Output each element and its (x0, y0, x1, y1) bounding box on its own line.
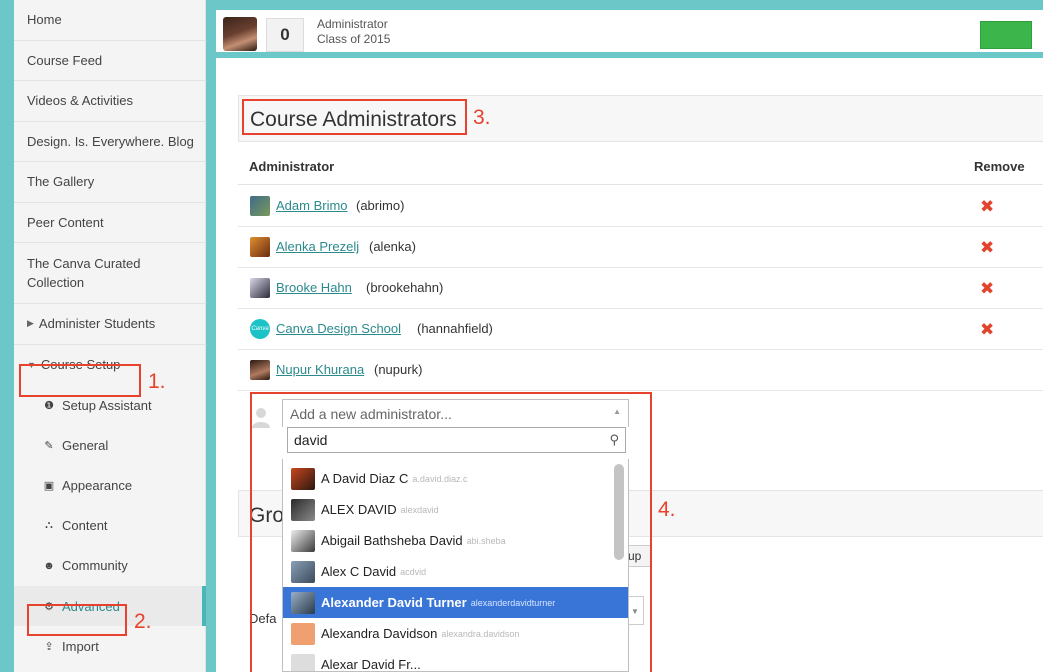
sidebar: Home Course Feed Videos & Activities Des… (14, 0, 206, 672)
user-role: Administrator Class of 2015 (317, 17, 390, 47)
sidebar-item-course-feed[interactable]: Course Feed (14, 41, 205, 81)
annotation-label-2: 2. (134, 610, 152, 633)
avatar (250, 196, 270, 216)
action-button[interactable] (980, 21, 1032, 49)
sidebar-item-label: Administer Students (38, 316, 156, 332)
sidebar-item-label: Course Feed (27, 52, 103, 68)
caret-right-icon: ▶ (27, 318, 34, 329)
canva-logo-icon: Canva (250, 319, 270, 339)
admin-handle: (nupurk) (374, 362, 423, 377)
sidebar-item-label: Community (62, 558, 128, 574)
left-accent-stripe (0, 0, 14, 672)
upload-icon: ⇪ (44, 640, 54, 653)
table-row: Alenka Prezelj (alenka) ✖ (238, 227, 1043, 268)
points-counter: 0 (266, 18, 304, 52)
admin-name-link[interactable]: Adam Brimo (276, 198, 348, 213)
avatar (250, 360, 270, 380)
annotation-box-2 (27, 604, 127, 636)
sidebar-item-blog[interactable]: Design. Is. Everywhere. Blog (14, 122, 205, 162)
role-label: Administrator (317, 17, 388, 31)
admin-name-link[interactable]: Nupur Khurana (276, 362, 364, 377)
admin-name-link[interactable]: Canva Design School (276, 321, 401, 336)
remove-icon[interactable]: ✖ (980, 279, 994, 299)
admin-handle: (hannahfield) (417, 321, 493, 336)
column-header-administrator: Administrator (249, 159, 335, 174)
info-circle-icon: ❶ (44, 399, 54, 412)
sidebar-item-general[interactable]: ✎ General (14, 425, 205, 465)
table-row: Canva Canva Design School (hannahfield) … (238, 309, 1043, 350)
admin-handle: (brookehahn) (366, 280, 444, 295)
top-header: 0 Administrator Class of 2015 (216, 0, 1043, 58)
sidebar-item-community[interactable]: ☻ Community (14, 546, 205, 586)
sidebar-item-label: General (62, 437, 109, 453)
admin-name-link[interactable]: Brooke Hahn (276, 280, 352, 295)
sidebar-item-label: The Canva Curated Collection (27, 256, 141, 290)
table-row: Adam Brimo (abrimo) ✖ (238, 186, 1043, 227)
content-accent-stripe (206, 0, 216, 672)
sidebar-item-gallery[interactable]: The Gallery (14, 162, 205, 203)
header-bar: 0 Administrator Class of 2015 (216, 10, 1043, 52)
sidebar-item-home[interactable]: Home (14, 0, 205, 41)
table-row: Brooke Hahn (brookehahn) ✖ (238, 268, 1043, 309)
annotation-box-1 (19, 364, 141, 397)
sidebar-item-label: Content (62, 518, 108, 534)
annotation-box-3 (242, 99, 467, 135)
admins-table-header: Administrator Remove (238, 156, 1043, 185)
annotation-box-4 (250, 392, 652, 672)
main-panel: Course Administrators Administrator Remo… (216, 58, 1043, 672)
admin-handle: (alenka) (369, 239, 416, 254)
sidebar-item-label: Peer Content (27, 214, 104, 230)
user-avatar[interactable] (223, 17, 257, 51)
sidebar-item-label: Home (27, 12, 62, 28)
admin-name-link[interactable]: Alenka Prezelj (276, 239, 359, 254)
admin-handle: (abrimo) (356, 198, 405, 213)
sidebar-item-label: The Gallery (27, 174, 95, 190)
sidebar-item-curated-collection[interactable]: The Canva Curated Collection (14, 243, 205, 304)
sidebar-item-videos-activities[interactable]: Videos & Activities (14, 81, 205, 122)
sidebar-item-peer-content[interactable]: Peer Content (14, 203, 205, 243)
avatar (250, 278, 270, 298)
sidebar-item-label: Videos & Activities (27, 93, 133, 109)
sidebar-item-appearance[interactable]: ▣ Appearance (14, 465, 205, 505)
annotation-label-4: 4. (658, 498, 676, 521)
sidebar-item-content[interactable]: ⛬ Content (14, 506, 205, 546)
sidebar-item-label: Appearance (62, 477, 133, 493)
remove-icon[interactable]: ✖ (980, 238, 994, 258)
annotation-label-1: 1. (148, 370, 166, 393)
remove-icon[interactable]: ✖ (980, 320, 994, 340)
avatar (250, 237, 270, 257)
annotation-label-3: 3. (473, 106, 491, 129)
class-label: Class of 2015 (317, 32, 391, 46)
table-row: Nupur Khurana (nupurk) (238, 350, 1043, 391)
edit-icon: ✎ (44, 439, 54, 452)
column-header-remove: Remove (974, 159, 1025, 174)
sidebar-item-administer-students[interactable]: ▶ Administer Students (14, 304, 205, 345)
users-icon: ☻ (43, 559, 55, 572)
sidebar-item-label: Setup Assistant (62, 397, 152, 413)
remove-icon[interactable]: ✖ (980, 197, 994, 217)
sitemap-icon: ⛬ (45, 519, 53, 532)
sidebar-item-label: Design. Is. Everywhere. Blog (27, 133, 194, 149)
image-icon: ▣ (43, 479, 55, 492)
sidebar-item-label: Import (62, 638, 99, 654)
